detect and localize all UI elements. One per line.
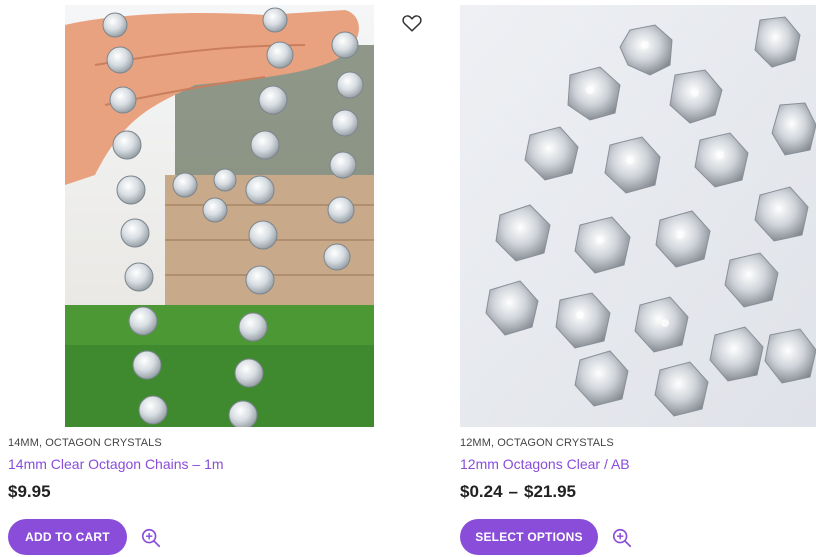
product-categories: 14MM, OCTAGON CRYSTALS [8,437,162,449]
wishlist-heart-icon[interactable] [401,12,423,34]
octagon-crystals-photo [460,5,816,427]
price-max: $21.95 [524,482,577,501]
category-link[interactable]: 14MM [8,437,39,449]
product-price-range: $0.24– $21.95 [460,482,576,502]
product-title[interactable]: 12mm Octagons Clear / AB [460,456,630,472]
category-link[interactable]: OCTAGON CRYSTALS [45,437,162,449]
price-separator: – [508,482,519,501]
product-image[interactable] [65,5,374,427]
add-to-cart-button[interactable]: ADD TO CART [8,519,127,555]
quick-view-icon[interactable] [611,527,633,549]
crystal-chain-photo [65,5,374,427]
select-options-button[interactable]: SELECT OPTIONS [460,519,598,555]
category-link[interactable]: OCTAGON CRYSTALS [497,437,614,449]
product-categories: 12MM, OCTAGON CRYSTALS [460,437,614,449]
quick-view-icon[interactable] [140,527,162,549]
category-link[interactable]: 12MM [460,437,491,449]
product-image[interactable] [460,5,816,427]
price-min: $0.24 [460,482,503,501]
product-price: $9.95 [8,482,51,501]
product-title[interactable]: 14mm Clear Octagon Chains – 1m [8,456,224,472]
